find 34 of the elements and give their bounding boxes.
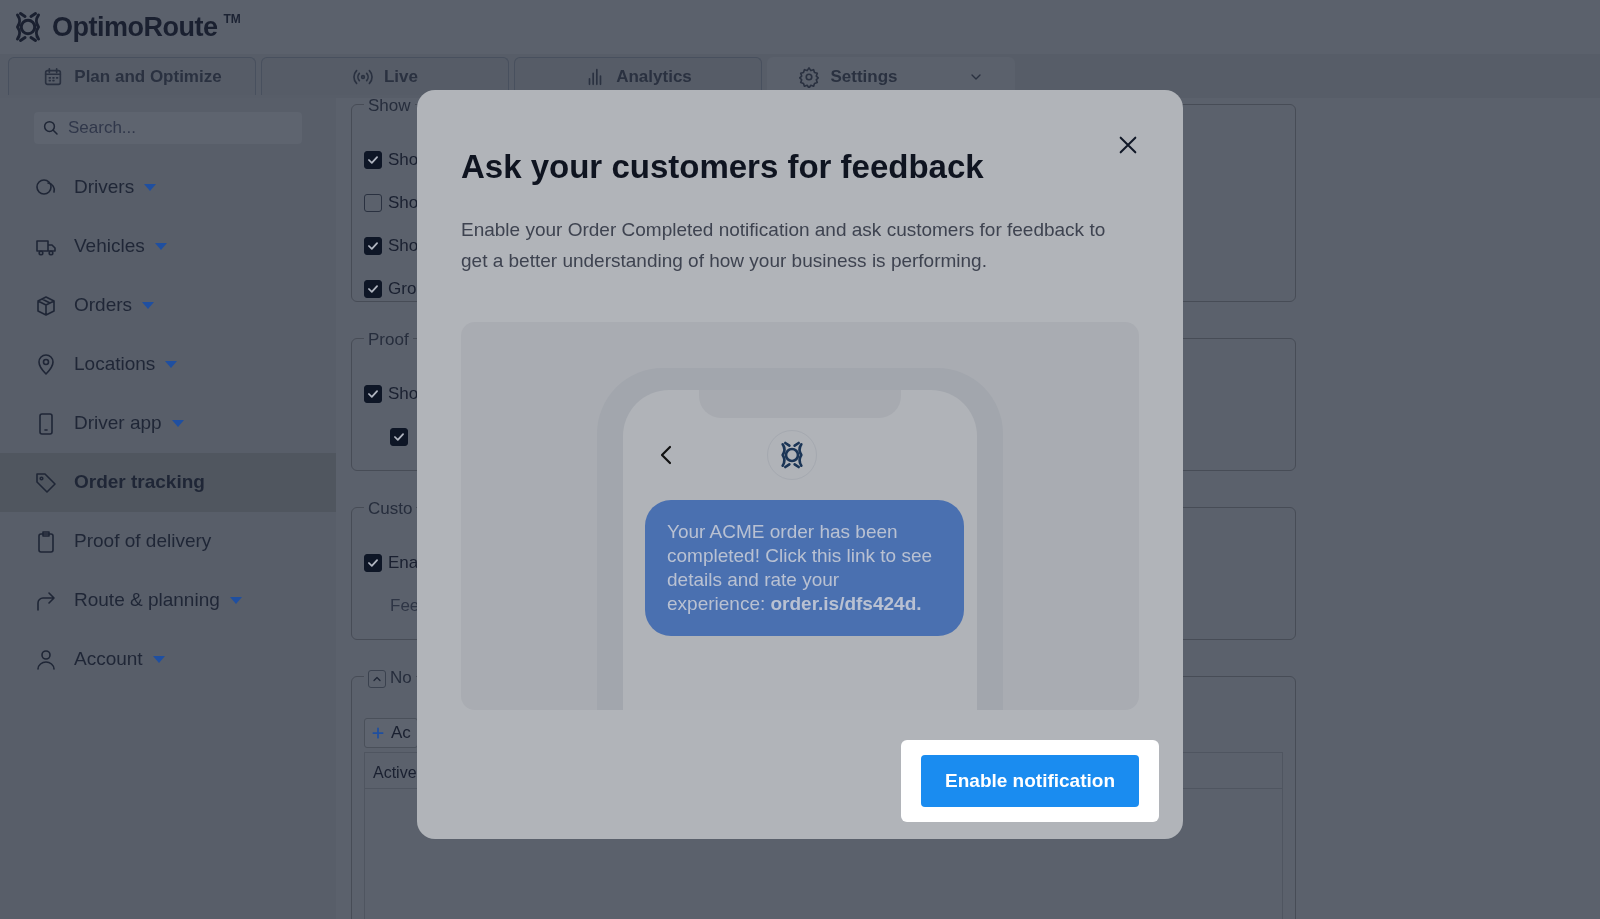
trademark: TM	[223, 11, 241, 28]
checkbox[interactable]	[364, 279, 382, 298]
modal-title: Ask your customers for feedback	[461, 147, 984, 187]
checkbox-label: Ena	[388, 551, 419, 574]
sidebar-item[interactable]: Route & planning	[0, 571, 336, 630]
checkbox[interactable]	[364, 236, 382, 255]
sidebar-item[interactable]: Driver app	[0, 394, 336, 453]
sidebar-item[interactable]: Vehicles	[0, 217, 336, 276]
sidebar-item[interactable]: Orders	[0, 276, 336, 335]
box-icon	[34, 293, 58, 318]
checkbox[interactable]	[390, 427, 408, 446]
plus-icon	[371, 726, 385, 740]
message-bubble: Your ACME order has been completed! Click this link to see details and rate your experience: order.is/dfs424d.	[645, 499, 964, 636]
checkbox[interactable]	[364, 193, 382, 212]
sidebar-item[interactable]: Proof of delivery	[0, 512, 336, 571]
checkbox-label: Sho	[388, 234, 419, 257]
sidebar-item[interactable]: Account	[0, 630, 336, 689]
modal-description: Enable your Order Completed notification and ask customers for feedback to get a better understanding of how your business is performing.	[461, 217, 1107, 273]
logo-text: OptimoRoute	[52, 10, 218, 44]
sidebar-item[interactable]: Drivers	[0, 158, 336, 217]
enable-button[interactable]: Enable notification	[921, 754, 1139, 807]
add-button[interactable]: Ac	[364, 718, 418, 748]
checkbox[interactable]	[364, 553, 382, 572]
checkbox[interactable]	[364, 384, 382, 403]
search-icon	[42, 119, 60, 137]
checkbox-label: Gro	[388, 277, 417, 300]
gear-icon	[798, 65, 821, 88]
person-icon	[34, 647, 58, 672]
checkbox-label: Sho	[388, 191, 419, 214]
tag-icon	[34, 470, 58, 495]
checkbox-label: Sho	[388, 382, 419, 405]
checkbox[interactable]	[364, 150, 382, 169]
checkbox-label: Sho	[388, 148, 419, 171]
sidebar-item[interactable]: Locations	[0, 335, 336, 394]
